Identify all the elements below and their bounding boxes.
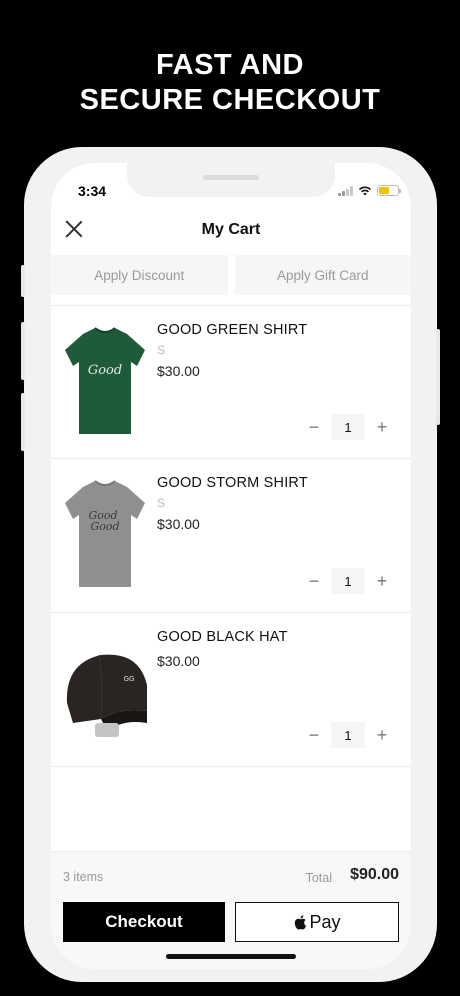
decrease-quantity-button[interactable]: − (303, 414, 325, 440)
notch (127, 163, 335, 197)
svg-text:Good: Good (90, 520, 119, 533)
phone-frame: 3:34 My Cart Apply Discount Apply Gift C… (21, 147, 440, 982)
volume-down-button (21, 393, 25, 451)
item-price: $30.00 (157, 653, 200, 669)
status-icons (338, 185, 401, 196)
cart-item: Good GOOD GREEN SHIRT S $30.00 − 1 + (51, 305, 411, 459)
quantity-stepper: − 1 + (303, 568, 393, 594)
wifi-icon (358, 186, 372, 196)
power-button (436, 329, 440, 425)
quantity-value[interactable]: 1 (331, 568, 365, 594)
total-label: Total (305, 871, 332, 885)
battery-icon (377, 185, 401, 196)
item-name[interactable]: GOOD BLACK HAT (157, 629, 288, 645)
quantity-value[interactable]: 1 (331, 722, 365, 748)
order-summary: 3 items Total $90.00 (63, 866, 399, 888)
mute-switch (21, 265, 25, 297)
app-screen: 3:34 My Cart Apply Discount Apply Gift C… (51, 163, 411, 969)
item-price: $30.00 (157, 516, 200, 532)
item-name[interactable]: GOOD GREEN SHIRT (157, 322, 307, 338)
item-price: $30.00 (157, 363, 200, 379)
apple-pay-label: Pay (309, 911, 341, 932)
gray-tshirt-image[interactable]: Good Good (61, 469, 149, 597)
cart-list: Good GOOD GREEN SHIRT S $30.00 − 1 + Goo… (51, 305, 411, 767)
item-variant: S (157, 343, 166, 357)
increase-quantity-button[interactable]: + (371, 722, 393, 748)
apple-pay-button[interactable]: Pay (235, 902, 399, 942)
quantity-stepper: − 1 + (303, 722, 393, 748)
checkout-button[interactable]: Checkout (63, 902, 225, 942)
checkout-footer: 3 items Total $90.00 Checkout Pay (51, 851, 411, 969)
increase-quantity-button[interactable]: + (371, 568, 393, 594)
quantity-value[interactable]: 1 (331, 414, 365, 440)
volume-up-button (21, 322, 25, 380)
page-title: My Cart (201, 221, 261, 238)
apply-discount-button[interactable]: Apply Discount (51, 255, 228, 295)
decrease-quantity-button[interactable]: − (303, 568, 325, 594)
item-name[interactable]: GOOD STORM SHIRT (157, 475, 308, 491)
svg-text:Good: Good (88, 363, 122, 378)
home-indicator[interactable] (166, 954, 296, 959)
status-time: 3:34 (78, 183, 107, 199)
cart-item: Good Good GOOD STORM SHIRT S $30.00 − 1 … (51, 459, 411, 613)
svg-text:GG: GG (124, 675, 135, 683)
apple-logo-icon (295, 915, 307, 930)
signal-icon (338, 185, 353, 196)
promo-line-2: SECURE CHECKOUT (79, 84, 381, 116)
cart-header: My Cart (51, 215, 411, 245)
quantity-stepper: − 1 + (303, 414, 393, 440)
items-count: 3 items (63, 870, 104, 884)
increase-quantity-button[interactable]: + (371, 414, 393, 440)
total-value: $90.00 (350, 866, 399, 883)
green-tshirt-image[interactable]: Good (61, 316, 149, 444)
promo-headline: FAST AND SECURE CHECKOUT (0, 48, 460, 118)
checkout-actions: Checkout Pay (63, 902, 399, 942)
speaker-grille (203, 175, 259, 180)
apply-gift-card-button[interactable]: Apply Gift Card (234, 255, 411, 295)
cart-item: GG GOOD BLACK HAT $30.00 − 1 + (51, 613, 411, 767)
promo-line-1: FAST AND (156, 49, 304, 81)
decrease-quantity-button[interactable]: − (303, 722, 325, 748)
black-cap-image[interactable]: GG (61, 623, 149, 751)
promo-code-buttons: Apply Discount Apply Gift Card (51, 255, 411, 295)
item-variant: S (157, 496, 166, 510)
